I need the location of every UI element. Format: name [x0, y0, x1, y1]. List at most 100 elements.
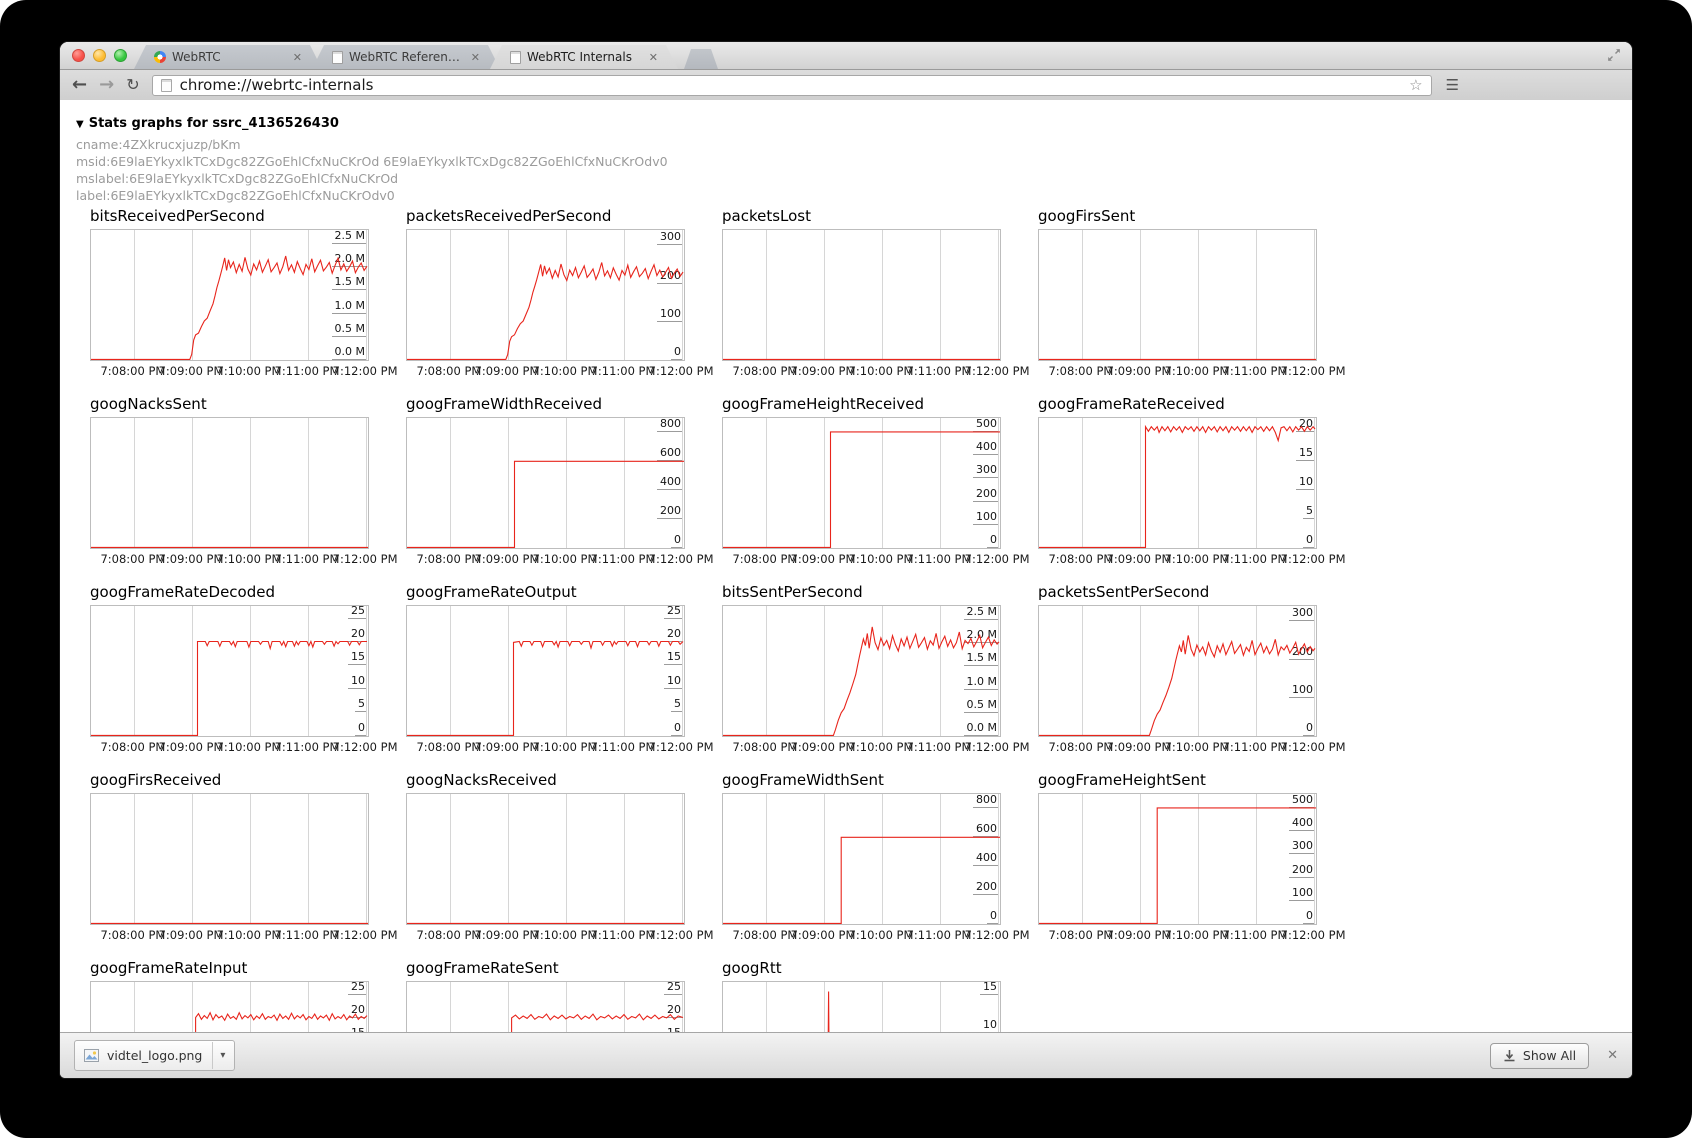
chart-title: googRtt	[722, 959, 999, 978]
fullscreen-expand-icon[interactable]	[1606, 47, 1622, 63]
chart-line	[723, 794, 1000, 924]
chart-plot-area: 3002001000	[1038, 605, 1317, 737]
stats-charts-grid: bitsReceivedPerSecond2.5 M2.0 M1.5 M1.0 …	[60, 207, 1632, 1032]
chart-plot-area: 8006004002000	[722, 793, 1001, 925]
tab-webrtc[interactable]: WebRTC ✕	[134, 45, 322, 69]
chart-line	[723, 418, 1000, 548]
chart-line	[407, 606, 684, 736]
webrtc-internals-page: ▼ Stats graphs for ssrc_4136526430 cname:…	[60, 100, 1632, 1032]
chevron-down-icon[interactable]: ▾	[213, 1050, 232, 1061]
chart-card-googFrameRateDecoded: googFrameRateDecoded25201510507:08:00 PM…	[90, 583, 367, 754]
tab-close-icon[interactable]: ✕	[649, 52, 658, 63]
x-axis-tick-label: 7:12:00 PM	[1273, 928, 1353, 942]
download-shelf: vidtel_logo.png ▾ Show All ✕	[60, 1032, 1632, 1078]
forward-icon[interactable]: →	[99, 76, 114, 94]
ssrc-metadata: cname:4ZXkrucxjuzp/bKm msid:6E9laEYkyxlk…	[60, 136, 1632, 204]
chart-card-googFrameWidthReceived: googFrameWidthReceived80060040020007:08:…	[406, 395, 683, 566]
chart-plot-area	[90, 793, 369, 925]
image-file-icon	[83, 1047, 100, 1064]
x-axis-tick-label: 7:12:00 PM	[957, 552, 1037, 566]
x-axis-tick-label: 7:12:00 PM	[957, 740, 1037, 754]
x-axis-tick-label: 7:12:00 PM	[325, 364, 405, 378]
chart-card-googFrameHeightSent: googFrameHeightSent50040030020010007:08:…	[1038, 771, 1315, 942]
chart-card-googNacksSent: googNacksSent7:08:00 PM7:09:00 PM7:10:00…	[90, 395, 367, 566]
tab-close-icon[interactable]: ✕	[471, 52, 480, 63]
page-icon	[510, 51, 521, 64]
chart-plot-area	[90, 417, 369, 549]
meta-msid: msid:6E9laEYkyxlkTCxDgc82ZGoEhlCfxNuCKrO…	[76, 153, 1632, 170]
tab-label: WebRTC Reference App	[349, 50, 463, 64]
reload-icon[interactable]: ↻	[126, 76, 139, 94]
menu-icon[interactable]: ☰	[1446, 78, 1459, 93]
x-axis-labels: 7:08:00 PM7:09:00 PM7:10:00 PM7:11:00 PM…	[1038, 928, 1315, 942]
show-all-button[interactable]: Show All	[1490, 1043, 1589, 1069]
tab-webrtc-internals[interactable]: WebRTC Internals ✕	[490, 45, 678, 69]
x-axis-tick-label: 7:12:00 PM	[1273, 740, 1353, 754]
chart-plot-area: 2520151050	[90, 605, 369, 737]
chart-card-googNacksReceived: googNacksReceived 7:08:00 PM7:09:00 PM7:1…	[406, 771, 683, 942]
chart-card-googFrameRateOutput: googFrameRateOutput25201510507:08:00 PM7…	[406, 583, 683, 754]
x-axis-tick-label: 7:12:00 PM	[641, 364, 721, 378]
chart-title: googFirsReceived	[90, 771, 367, 790]
meta-label: label:6E9laEYkyxlkTCxDgc82ZGoEhlCfxNuCKr…	[76, 187, 1632, 204]
chart-plot-area: 2520151050	[406, 605, 685, 737]
chart-plot-area: 5004003002001000	[1038, 793, 1317, 925]
chart-line	[723, 606, 1000, 736]
chart-line	[1039, 230, 1316, 360]
tab-webrtc-reference-app[interactable]: WebRTC Reference App ✕	[312, 45, 500, 69]
chart-plot-area: 5004003002001000	[722, 417, 1001, 549]
chart-title: packetsReceivedPerSecond	[406, 207, 683, 226]
stats-section-toggle[interactable]: ▼ Stats graphs for ssrc_4136526430	[60, 100, 1632, 134]
browser-window: WebRTC ✕ WebRTC Reference App ✕ WebRTC I…	[60, 42, 1632, 1078]
x-axis-tick-label: 7:12:00 PM	[325, 740, 405, 754]
download-filename: vidtel_logo.png	[107, 1048, 202, 1063]
chart-title: bitsSentPerSecond	[722, 583, 999, 602]
tab-label: WebRTC	[172, 50, 285, 64]
chart-title: packetsLost	[722, 207, 999, 226]
chart-card-googFrameRateSent: googFrameRateSent25201510507:08:00 PM7:0…	[406, 959, 683, 1032]
x-axis-tick-label: 7:12:00 PM	[325, 928, 405, 942]
zoom-button[interactable]	[114, 49, 127, 62]
x-axis-tick-label: 7:12:00 PM	[957, 928, 1037, 942]
meta-cname: cname:4ZXkrucxjuzp/bKm	[76, 136, 1632, 153]
chart-line	[91, 230, 368, 360]
chart-title: googNacksReceived	[406, 771, 683, 790]
x-axis-labels: 7:08:00 PM7:09:00 PM7:10:00 PM7:11:00 PM…	[406, 364, 683, 378]
chart-card-packetsReceivedPerSecond: packetsReceivedPerSecond30020010007:08:0…	[406, 207, 683, 378]
meta-mslabel: mslabel:6E9laEYkyxlkTCxDgc82ZGoEhlCfxNuC…	[76, 170, 1632, 187]
x-axis-labels: 7:08:00 PM7:09:00 PM7:10:00 PM7:11:00 PM…	[722, 928, 999, 942]
new-tab-button[interactable]	[684, 49, 718, 69]
chart-card-googFrameWidthSent: googFrameWidthSent80060040020007:08:00 P…	[722, 771, 999, 942]
x-axis-tick-label: 7:12:00 PM	[957, 364, 1037, 378]
x-axis-tick-label: 7:12:00 PM	[325, 552, 405, 566]
show-all-label: Show All	[1523, 1048, 1576, 1063]
triangle-down-icon: ▼	[76, 119, 84, 130]
bookmark-star-icon[interactable]: ☆	[1409, 78, 1422, 93]
url-text[interactable]: chrome://webrtc-internals	[180, 76, 1410, 94]
close-icon[interactable]: ✕	[1607, 1049, 1618, 1062]
chart-plot-area: 2.5 M2.0 M1.5 M1.0 M0.5 M0.0 M	[90, 229, 369, 361]
x-axis-labels: 7:08:00 PM7:09:00 PM7:10:00 PM7:11:00 PM…	[1038, 364, 1315, 378]
back-icon[interactable]: ←	[72, 76, 87, 94]
chart-card-googFrameHeightReceived: googFrameHeightReceived50040030020010007…	[722, 395, 999, 566]
chart-card-googFrameRateReceived: googFrameRateReceived201510507:08:00 PM7…	[1038, 395, 1315, 566]
chart-card-googFirsSent: googFirsSent7:08:00 PM7:09:00 PM7:10:00 …	[1038, 207, 1315, 378]
window-controls	[72, 49, 127, 62]
minimize-button[interactable]	[93, 49, 106, 62]
chart-title: googFrameRateInput	[90, 959, 367, 978]
x-axis-labels: 7:08:00 PM7:09:00 PM7:10:00 PM7:11:00 PM…	[90, 552, 367, 566]
tab-close-icon[interactable]: ✕	[293, 52, 302, 63]
webrtc-logo-icon	[154, 51, 166, 63]
section-title: Stats graphs for ssrc_4136526430	[89, 116, 339, 131]
download-item[interactable]: vidtel_logo.png ▾	[74, 1040, 235, 1071]
omnibox[interactable]: chrome://webrtc-internals ☆	[152, 75, 1432, 96]
chart-title: googFrameWidthReceived	[406, 395, 683, 414]
chart-line	[1039, 606, 1316, 736]
close-button[interactable]	[72, 49, 85, 62]
x-axis-labels: 7:08:00 PM7:09:00 PM7:10:00 PM7:11:00 PM…	[406, 928, 683, 942]
x-axis-tick-label: 7:12:00 PM	[641, 740, 721, 754]
x-axis-tick-label: 7:12:00 PM	[1273, 364, 1353, 378]
chart-line	[723, 982, 1000, 1032]
chart-card-bitsReceivedPerSecond: bitsReceivedPerSecond2.5 M2.0 M1.5 M1.0 …	[90, 207, 367, 378]
chart-plot-area: 2520151050	[406, 981, 685, 1032]
